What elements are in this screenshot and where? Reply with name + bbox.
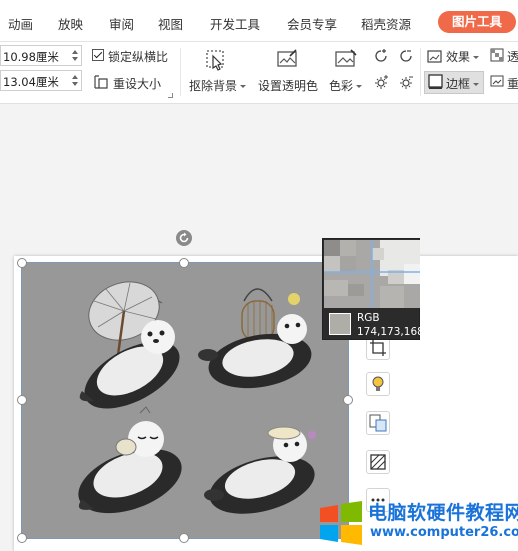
reset-image-icon[interactable]: [490, 74, 504, 88]
resize-handle-top[interactable]: [179, 258, 189, 268]
watermark-url: www.computer26.com: [370, 525, 518, 540]
otter-illustration: [22, 263, 348, 538]
tab-slideshow[interactable]: 放映: [58, 14, 83, 33]
resize-handle-right[interactable]: [343, 395, 353, 405]
border-icon[interactable]: [428, 74, 444, 90]
remove-background-icon[interactable]: [204, 48, 228, 72]
resize-handle-left[interactable]: [17, 395, 27, 405]
reset-size-button[interactable]: 重设大小: [113, 75, 161, 92]
height-up-arrow-icon[interactable]: [72, 75, 78, 79]
color-label: 色彩: [329, 79, 354, 93]
convert-image-icon: [369, 414, 387, 432]
color-picker-magnifier: RGB 174,173,168: [322, 238, 424, 340]
magnifier-zoom-view: [324, 240, 420, 308]
side-convert-button[interactable]: [366, 411, 390, 435]
border-label: 边框: [446, 77, 471, 91]
windows-logo-icon: [320, 501, 362, 545]
side-fill-button[interactable]: [366, 450, 390, 474]
watermark-title: 电脑软硬件教程网: [368, 502, 518, 524]
set-transparent-icon[interactable]: [276, 48, 300, 72]
resize-handle-top-left[interactable]: [17, 258, 27, 268]
remove-background-label: 抠除背景: [189, 79, 238, 93]
tab-animation[interactable]: 动画: [8, 14, 33, 33]
border-button[interactable]: 边框: [446, 75, 480, 92]
width-down-arrow-icon[interactable]: [72, 57, 78, 61]
height-value: 13.04厘米: [3, 75, 59, 89]
slash-box-icon: [370, 454, 386, 470]
height-spinner[interactable]: 13.04厘米: [0, 70, 82, 91]
effects-label: 效果: [446, 50, 471, 64]
reset-size-icon[interactable]: [93, 75, 109, 89]
remove-background-button[interactable]: 抠除背景: [189, 77, 247, 94]
chevron-down-icon: [356, 85, 363, 88]
contrast-down-icon[interactable]: [398, 48, 414, 64]
side-smart-button[interactable]: [366, 372, 390, 396]
watermark: 电脑软硬件教程网 www.computer26.com: [314, 494, 518, 551]
width-value: 10.98厘米: [3, 50, 59, 64]
rgb-value: 174,173,168: [357, 326, 424, 338]
transparency-button[interactable]: 透: [507, 48, 518, 65]
lightbulb-icon: [372, 376, 384, 391]
effects-button[interactable]: 效果: [446, 48, 480, 65]
rgb-label: RGB: [357, 312, 380, 324]
effects-icon[interactable]: [427, 48, 443, 64]
width-spinner[interactable]: 10.98厘米: [0, 45, 82, 66]
tab-view[interactable]: 视图: [158, 14, 183, 33]
lock-ratio-checkbox[interactable]: [92, 49, 104, 61]
lock-ratio-label[interactable]: 锁定纵横比: [108, 48, 168, 65]
resize-handle-bottom[interactable]: [179, 533, 189, 543]
tab-member[interactable]: 会员专享: [287, 14, 337, 33]
selected-picture[interactable]: [21, 262, 349, 539]
chevron-down-icon: [473, 83, 480, 86]
reset-image-button[interactable]: 重: [507, 75, 518, 92]
tab-review[interactable]: 审阅: [109, 14, 134, 33]
ribbon-tab-bar: 动画 放映 审阅 视图 开发工具 会员专享 稻壳资源 图片工具: [0, 0, 518, 42]
tab-docer[interactable]: 稻壳资源: [361, 14, 411, 33]
resize-handle-bottom-left[interactable]: [17, 533, 27, 543]
rotate-handle-icon[interactable]: [176, 230, 192, 246]
size-dialog-launcher-icon[interactable]: [168, 93, 173, 98]
chevron-down-icon: [473, 56, 480, 59]
tab-picture-tools[interactable]: 图片工具: [438, 11, 517, 33]
ribbon-separator: [180, 48, 181, 96]
width-up-arrow-icon[interactable]: [72, 50, 78, 54]
contrast-up-icon[interactable]: [373, 48, 389, 64]
tab-developer[interactable]: 开发工具: [210, 14, 260, 33]
set-transparent-button[interactable]: 设置透明色: [258, 77, 318, 94]
chevron-down-icon: [240, 85, 247, 88]
crop-icon: [370, 340, 386, 356]
color-icon[interactable]: [334, 48, 358, 72]
brightness-up-icon[interactable]: [373, 74, 389, 90]
brightness-down-icon[interactable]: [398, 74, 414, 90]
transparency-icon[interactable]: [490, 48, 504, 62]
ribbon-separator: [420, 48, 421, 96]
height-down-arrow-icon[interactable]: [72, 82, 78, 86]
picked-color-swatch: [329, 313, 351, 335]
color-button[interactable]: 色彩: [329, 77, 363, 94]
